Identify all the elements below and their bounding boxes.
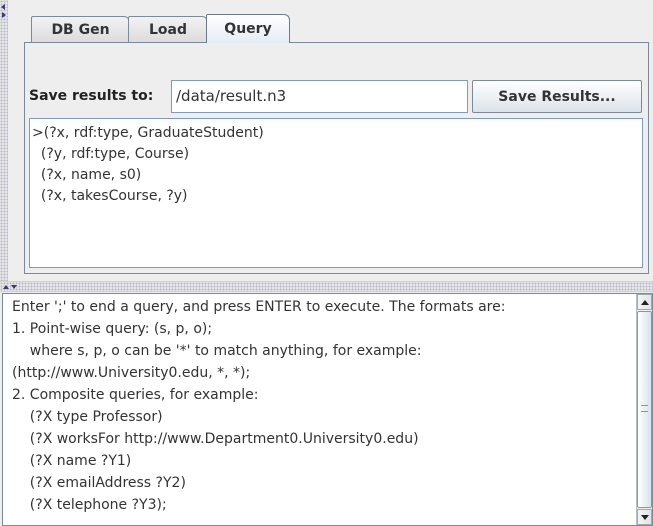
query-line: (?x, name, s0) xyxy=(32,167,142,183)
save-results-label: Save results to: xyxy=(29,88,154,104)
scroll-up-arrow-icon xyxy=(640,299,649,305)
console-output[interactable]: Enter ';' to end a query, and press ENTE… xyxy=(2,293,653,526)
scroll-down-button[interactable] xyxy=(637,509,652,525)
console-scrollbar[interactable] xyxy=(636,294,652,525)
console-line: where s, p, o can be '*' to match anythi… xyxy=(12,343,422,359)
query-line: (?x, takesCourse, ?y) xyxy=(32,188,188,204)
collapse-right-arrow-icon[interactable] xyxy=(2,12,6,18)
tab-label: DB Gen xyxy=(51,21,110,38)
save-results-button[interactable]: Save Results... xyxy=(472,80,642,113)
split-pane-divider[interactable] xyxy=(0,281,653,292)
collapse-left-arrow-icon[interactable] xyxy=(1,4,5,10)
scrollbar-thumb[interactable] xyxy=(637,311,652,508)
console-line: (?X emailAddress ?Y2) xyxy=(12,475,186,491)
tab-label: Load xyxy=(148,21,187,38)
tab-label: Query xyxy=(224,21,272,37)
tab-query[interactable]: Query xyxy=(206,14,290,43)
query-line: (?y, rdf:type, Course) xyxy=(32,146,190,162)
tab-pane-left-strip xyxy=(0,0,8,281)
grip-icon xyxy=(641,405,648,412)
console-line: 2. Composite queries, for example: xyxy=(12,387,259,403)
console-line: (?X worksFor http://www.Department0.Univ… xyxy=(12,431,419,447)
console-line: (?X telephone ?Y3); xyxy=(12,497,167,513)
save-path-input[interactable]: /data/result.n3 xyxy=(171,80,468,113)
console-line: (http://www.University0.edu, *, *); xyxy=(12,365,251,381)
scroll-down-arrow-icon xyxy=(640,514,649,520)
split-up-arrow-icon[interactable] xyxy=(3,285,9,289)
console-line: (?X type Professor) xyxy=(12,409,163,425)
tab-load[interactable]: Load xyxy=(128,16,208,42)
query-editor[interactable]: >(?x, rdf:type, GraduateStudent) (?y, rd… xyxy=(29,118,643,268)
query-line: >(?x, rdf:type, GraduateStudent) xyxy=(32,125,264,141)
console-line: (?X name ?Y1) xyxy=(12,453,132,469)
scroll-up-button[interactable] xyxy=(637,294,652,310)
split-down-arrow-icon[interactable] xyxy=(11,285,17,289)
save-results-button-label: Save Results... xyxy=(498,88,616,105)
console-text: Enter ';' to end a query, and press ENTE… xyxy=(12,296,632,516)
tab-db-gen[interactable]: DB Gen xyxy=(31,16,130,42)
console-line: 1. Point-wise query: (s, p, o); xyxy=(12,321,213,337)
console-line: Enter ';' to end a query, and press ENTE… xyxy=(12,299,506,315)
